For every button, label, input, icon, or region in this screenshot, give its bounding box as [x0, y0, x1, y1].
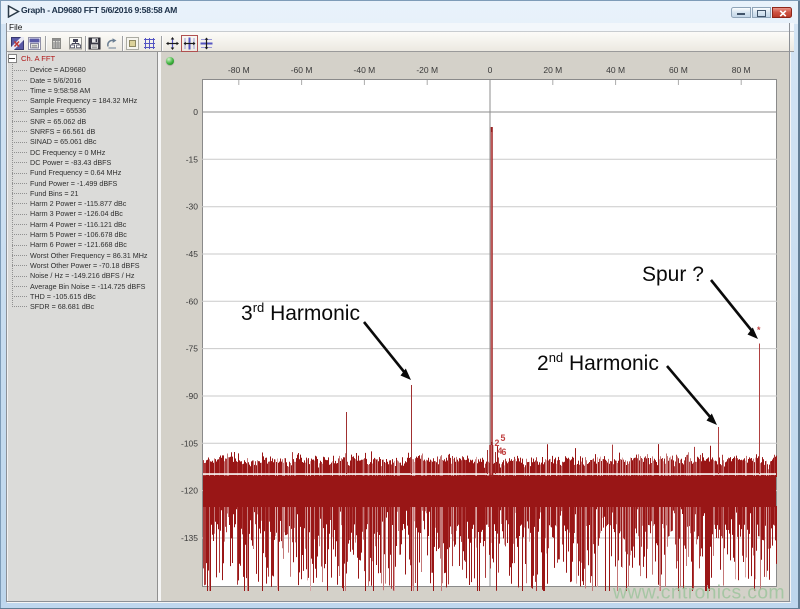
svg-text:-30: -30: [186, 202, 199, 212]
svg-text:-135: -135: [181, 533, 198, 543]
svg-text:60 M: 60 M: [669, 65, 688, 75]
svg-text:-20 M: -20 M: [416, 65, 438, 75]
svg-text:0: 0: [193, 107, 198, 117]
svg-text:-60: -60: [186, 296, 199, 306]
svg-text:6: 6: [502, 447, 507, 457]
svg-text:*: *: [757, 325, 761, 335]
svg-text:-90: -90: [186, 391, 199, 401]
svg-text:5: 5: [501, 433, 506, 443]
svg-text:20 M: 20 M: [543, 65, 562, 75]
svg-text:-40 M: -40 M: [354, 65, 376, 75]
svg-text:-45: -45: [186, 249, 199, 259]
svg-text:0: 0: [488, 65, 493, 75]
svg-text:40 M: 40 M: [606, 65, 625, 75]
svg-text:-120: -120: [181, 486, 198, 496]
svg-text:www.cntronics.com: www.cntronics.com: [612, 582, 785, 604]
svg-text:-15: -15: [186, 154, 199, 164]
svg-text:-60 M: -60 M: [291, 65, 313, 75]
svg-text:80 M: 80 M: [732, 65, 751, 75]
svg-text:-105: -105: [181, 438, 198, 448]
svg-text:Spur ?: Spur ?: [642, 263, 704, 286]
svg-text:-80 M: -80 M: [228, 65, 250, 75]
svg-text:-75: -75: [186, 344, 199, 354]
